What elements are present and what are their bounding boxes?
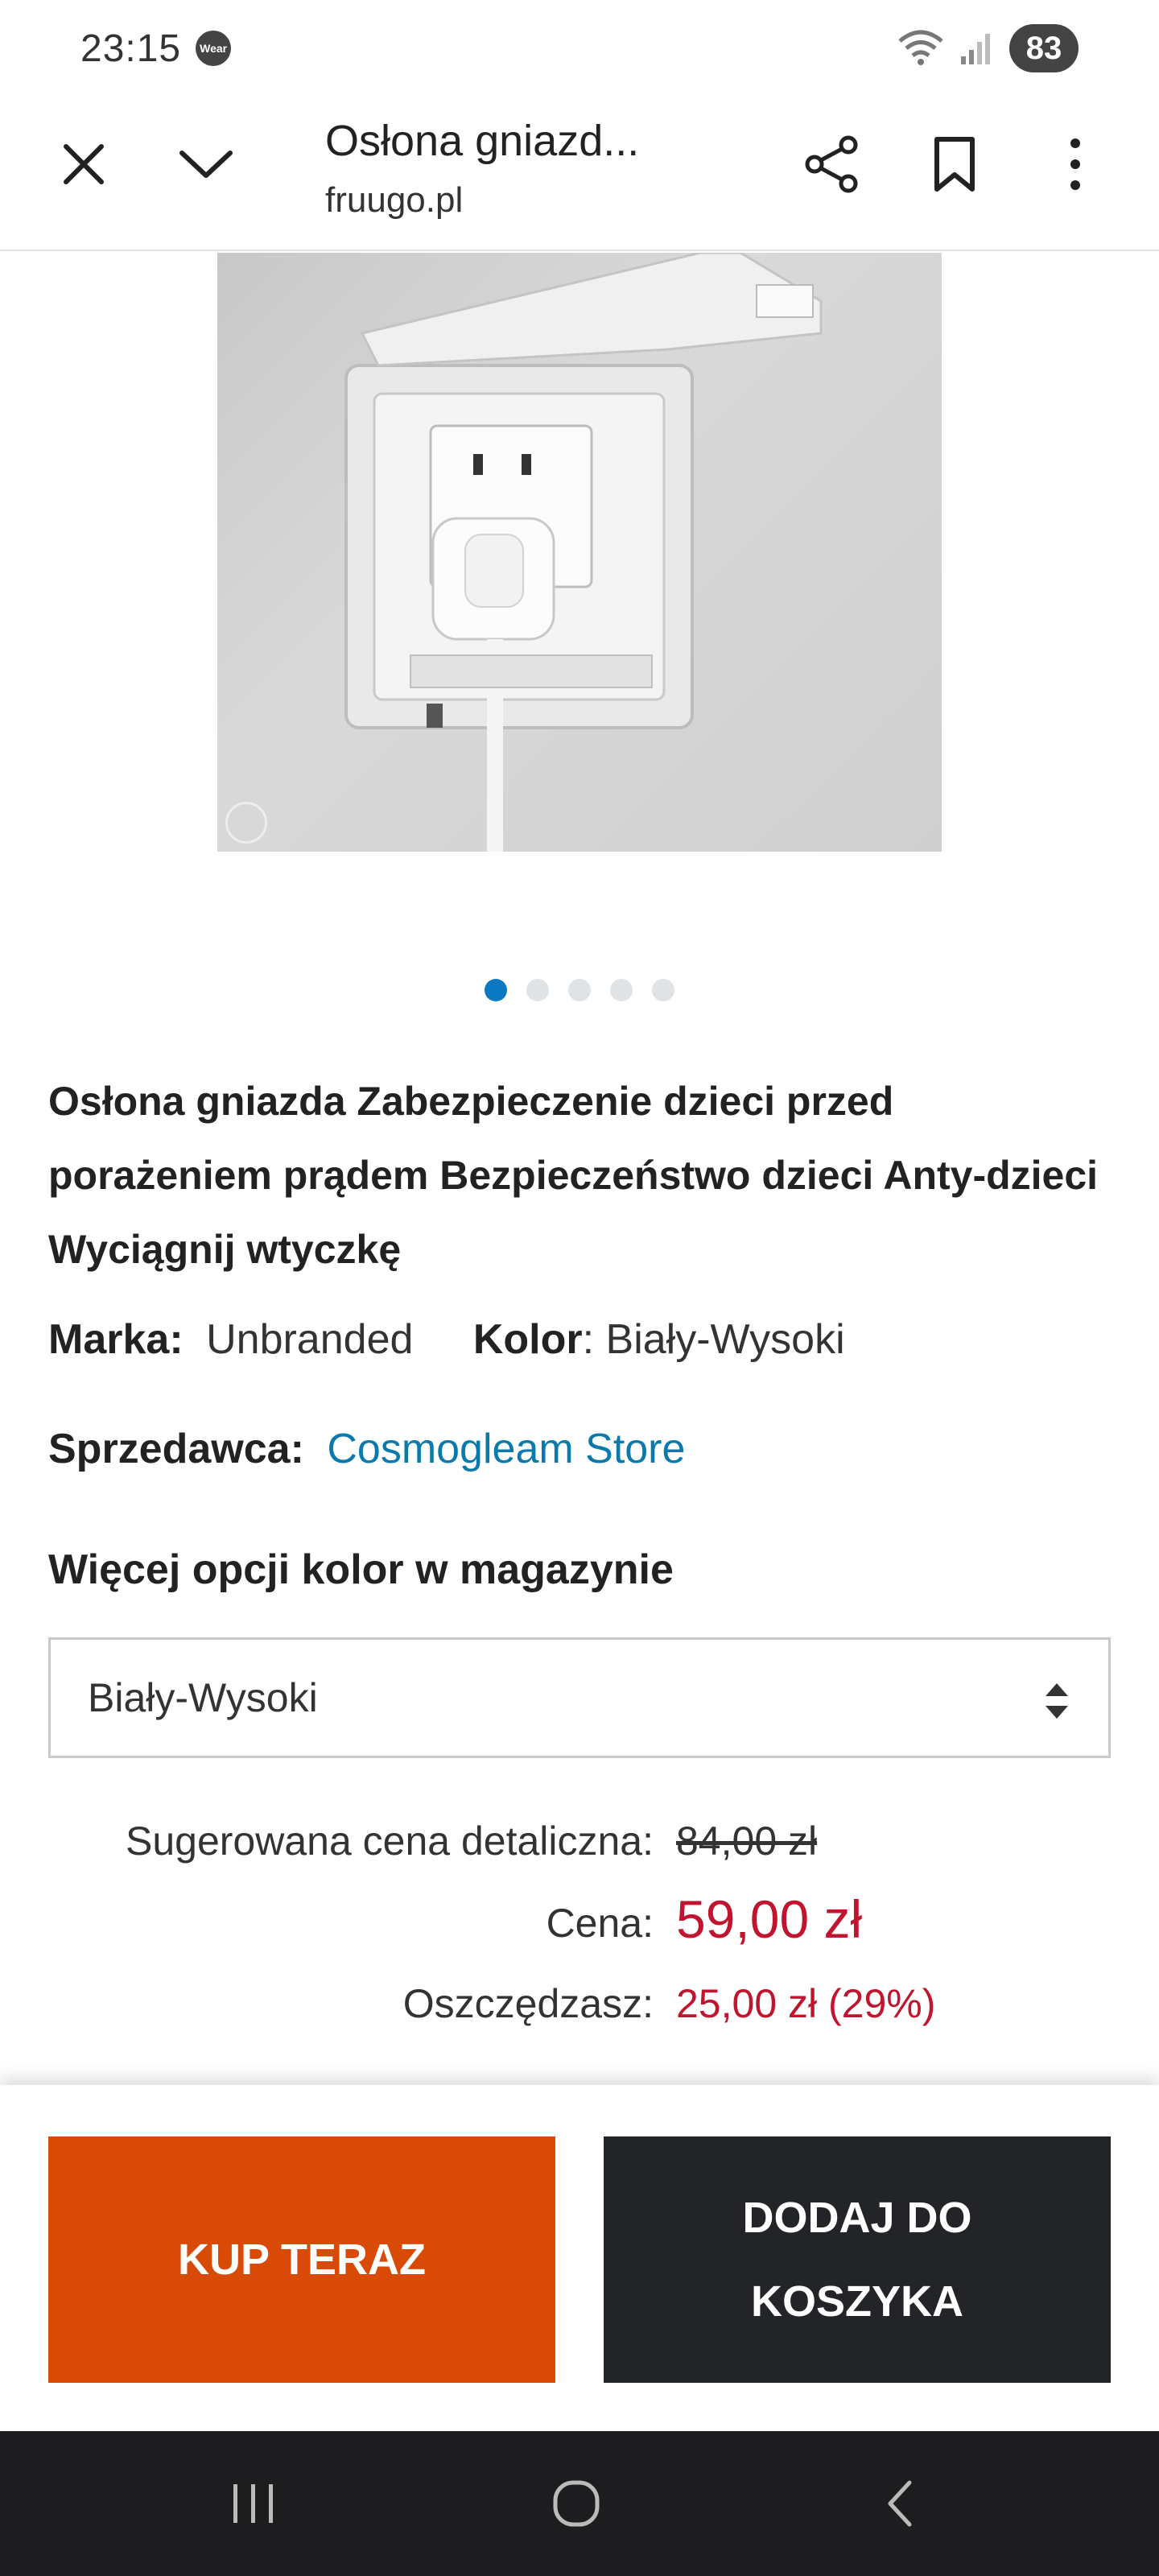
more-options-icon[interactable] xyxy=(1043,132,1107,196)
status-time: 23:15 xyxy=(80,27,182,70)
seller-label: Sprzedawca: xyxy=(48,1426,304,1472)
purchase-action-bar: KUP TERAZ DODAJ DO KOSZYKA xyxy=(0,2085,1159,2431)
product-image[interactable] xyxy=(217,253,942,852)
image-watermark-logo xyxy=(225,802,267,844)
wear-app-icon: Wear xyxy=(196,31,232,66)
seller-row: Sprzedawca: Cosmogleam Store xyxy=(48,1425,685,1473)
price-label: Cena: xyxy=(546,1901,654,1946)
buy-now-button[interactable]: KUP TERAZ xyxy=(48,2136,555,2383)
back-icon[interactable] xyxy=(868,2471,932,2536)
savings-value: 25,00 zł (29%) xyxy=(676,1981,936,2026)
home-icon[interactable] xyxy=(544,2471,608,2536)
brand-value: Unbranded xyxy=(206,1316,414,1363)
rrp-value: 84,00 zł xyxy=(676,1818,818,1864)
signal-icon xyxy=(961,34,990,64)
close-icon[interactable] xyxy=(52,132,116,196)
carousel-dot[interactable] xyxy=(568,979,591,1001)
color-select-value: Biały-Wysoki xyxy=(88,1675,318,1720)
status-indicators: 83 xyxy=(897,24,1079,72)
color-label: Kolor xyxy=(472,1316,583,1363)
select-arrows-icon xyxy=(1046,1683,1068,1719)
savings-label: Oszczędzasz: xyxy=(402,1981,654,2026)
rrp-label: Sugerowana cena detaliczna: xyxy=(125,1818,654,1864)
add-to-cart-button[interactable]: DODAJ DO KOSZYKA xyxy=(604,2136,1111,2383)
page-title: Osłona gniazd... xyxy=(325,117,640,165)
price-value: 59,00 zł xyxy=(676,1889,863,1949)
seller-link[interactable]: Cosmogleam Store xyxy=(327,1426,685,1472)
carousel-dot[interactable] xyxy=(652,979,674,1001)
color-select[interactable]: Biały-Wysoki xyxy=(48,1637,1111,1758)
socket-cover-illustration xyxy=(344,253,823,852)
status-bar: 23:15 Wear 83 xyxy=(0,0,1159,97)
system-navigation-bar xyxy=(0,2431,1159,2576)
carousel-dot-active[interactable] xyxy=(485,979,507,1001)
bookmark-icon[interactable] xyxy=(922,132,987,196)
battery-indicator: 83 xyxy=(1009,24,1079,72)
product-title: Osłona gniazda Zabezpieczenie dzieci prz… xyxy=(48,1079,1099,1272)
browser-toolbar: Osłona gniazd... fruugo.pl xyxy=(0,97,1159,251)
page-domain: fruugo.pl xyxy=(325,180,464,220)
options-heading: Więcej opcji kolor w magazynie xyxy=(48,1546,674,1593)
share-icon[interactable] xyxy=(800,132,864,196)
brand-label: Marka: xyxy=(48,1316,184,1363)
wifi-icon xyxy=(898,30,943,65)
color-value: : Biały-Wysoki xyxy=(582,1316,845,1363)
recent-apps-icon[interactable] xyxy=(221,2471,285,2536)
product-attributes: Marka: Unbranded Kolor: Biały-Wysoki xyxy=(48,1315,845,1364)
image-carousel-dots xyxy=(0,979,1159,1001)
carousel-dot[interactable] xyxy=(610,979,633,1001)
carousel-dot[interactable] xyxy=(526,979,549,1001)
chevron-down-icon[interactable] xyxy=(174,132,238,196)
